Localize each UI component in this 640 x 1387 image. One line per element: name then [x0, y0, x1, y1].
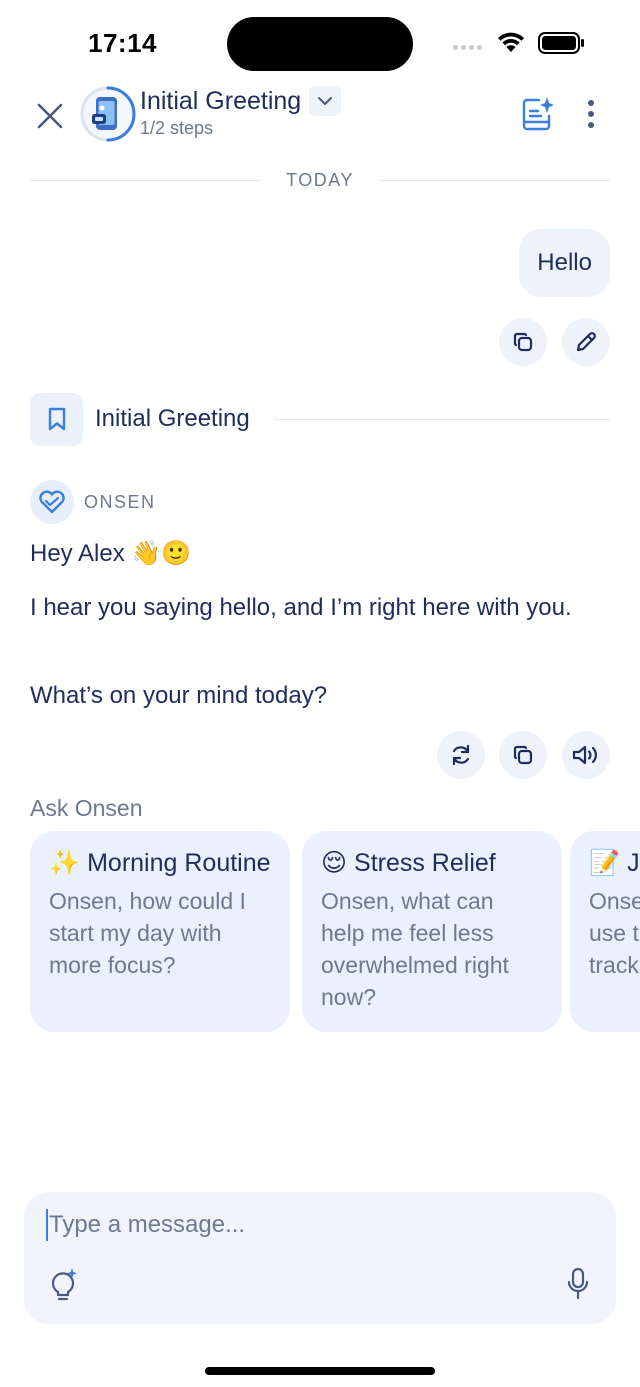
bookmark-icon [48, 407, 65, 431]
ask-section-label: Ask Onsen [30, 795, 143, 821]
speaker-icon [572, 745, 597, 765]
heart-logo-icon [39, 490, 65, 514]
title-dropdown-button[interactable] [309, 86, 342, 116]
relieved-face-icon: 😌 [321, 848, 348, 877]
sparkles-icon: ✨ [49, 848, 81, 877]
edit-user-message-button[interactable] [562, 318, 610, 366]
ideas-button[interactable] [44, 1262, 82, 1306]
date-divider: TODAY [30, 168, 611, 192]
cellular-signal-icon [453, 45, 482, 50]
step-marker: Initial Greeting [30, 392, 610, 446]
step-divider [273, 418, 610, 420]
suggestion-carousel[interactable]: ✨ Morning Routine Onsen, how could I sta… [30, 831, 640, 1033]
suggestion-title: 📝 J [589, 848, 640, 877]
memo-icon: 📝 [589, 848, 621, 877]
more-vertical-icon [588, 100, 594, 128]
home-indicator [205, 1367, 435, 1375]
notes-button[interactable] [518, 92, 558, 136]
status-time: 17:14 [88, 28, 157, 58]
conversation-title-block: Initial Greeting 1/2 steps [140, 86, 342, 139]
suggestion-title: 😌 Stress Relief [321, 848, 496, 877]
date-label: TODAY [286, 169, 354, 190]
mic-icon [567, 1267, 589, 1300]
lightbulb-icon [51, 1268, 77, 1301]
more-options-button[interactable] [574, 92, 608, 136]
assistant-message-line: I hear you saying hello, and I’m right h… [30, 594, 572, 621]
read-aloud-button[interactable] [562, 731, 610, 779]
assistant-message-line: Hey Alex 👋🙂 [30, 540, 192, 567]
user-message-bubble: Hello [519, 229, 610, 297]
notes-sparkle-icon [522, 97, 554, 131]
edit-icon [576, 332, 596, 352]
suggestion-prompt: Onsen, what can help me feel less overwh… [321, 888, 509, 1010]
battery-icon [538, 32, 584, 54]
copy-assistant-message-button[interactable] [499, 731, 547, 779]
assistant-name: ONSEN [84, 491, 156, 512]
suggestion-prompt: Onsen, how could I start my day with mor… [49, 888, 246, 978]
wifi-icon [498, 32, 524, 52]
chevron-down-icon [318, 97, 333, 105]
suggestion-prompt: Onse use t track [589, 888, 640, 978]
step-count: 1/2 steps [140, 118, 214, 138]
dynamic-island [227, 17, 413, 71]
top-bar: Initial Greeting 1/2 steps [0, 86, 640, 146]
regenerate-button[interactable] [437, 731, 485, 779]
assistant-avatar [30, 480, 74, 524]
conversation-title: Initial Greeting [140, 86, 302, 115]
copy-user-message-button[interactable] [499, 318, 547, 366]
assistant-message-line: What’s on your mind today? [30, 682, 328, 709]
message-input[interactable] [49, 1208, 549, 1242]
step-progress-ring [80, 86, 136, 142]
suggestion-card[interactable]: 😌 Stress Relief Onsen, what can help me … [302, 831, 562, 1032]
suggestion-card[interactable]: 📝 J Onse use t track [570, 831, 640, 1032]
copy-icon [513, 745, 533, 765]
voice-input-button[interactable] [560, 1264, 596, 1304]
assistant-header: ONSEN [30, 480, 156, 524]
status-bar: 17:14 [0, 0, 640, 86]
suggestion-title: ✨ Morning Routine [49, 848, 271, 877]
text-caret [46, 1209, 48, 1241]
message-composer [24, 1192, 616, 1324]
close-button[interactable] [30, 96, 70, 136]
bookmark-button[interactable] [30, 392, 83, 446]
suggestion-card[interactable]: ✨ Morning Routine Onsen, how could I sta… [30, 831, 290, 1032]
close-icon [37, 103, 63, 129]
step-title: Initial Greeting [95, 405, 250, 432]
copy-icon [513, 332, 533, 352]
refresh-icon [452, 744, 470, 766]
